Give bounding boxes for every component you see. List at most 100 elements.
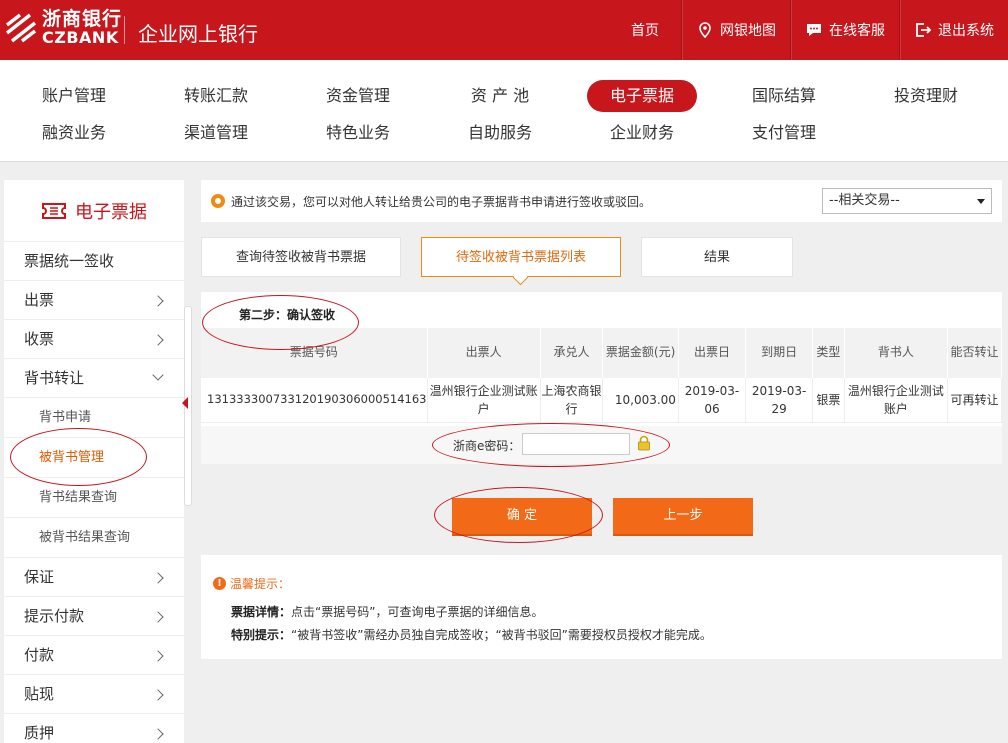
- menu-investment[interactable]: 投资理财: [871, 80, 981, 112]
- tips-title-label: 温馨提示：: [230, 577, 291, 591]
- sidebar: 电子票据 票据统一签收 出票 收票 背书转让 背书申请 被背书管理 背书结果查询…: [4, 180, 184, 743]
- chevron-right-icon: [152, 689, 164, 701]
- tab-result[interactable]: 结果: [641, 237, 793, 277]
- menu-corporate-finance[interactable]: 企业财务: [587, 117, 697, 149]
- menu-international-settlement[interactable]: 国际结算: [729, 80, 839, 112]
- chevron-right-icon: [152, 611, 164, 623]
- password-label: 浙商e密码：: [453, 439, 521, 453]
- cell-amount: 10,003.00: [602, 378, 679, 423]
- col-issue-date: 出票日: [678, 328, 747, 378]
- nav-bank-map-label: 网银地图: [720, 23, 776, 39]
- col-drawer: 出票人: [427, 328, 541, 378]
- sidebar-subitem-endorsee-management[interactable]: 被背书管理: [4, 438, 184, 478]
- e-password-input[interactable]: [522, 433, 630, 455]
- chevron-right-icon: [152, 295, 164, 307]
- menu-special-business[interactable]: 特色业务: [303, 117, 413, 149]
- cell-acceptor: 上海农商银行: [540, 378, 604, 423]
- cell-transferable: 可再转让: [947, 378, 1002, 423]
- menu-electronic-bills[interactable]: 电子票据: [587, 80, 697, 112]
- sidebar-item-label: 背书转让: [24, 369, 85, 387]
- sidebar-item-issue-bill[interactable]: 出票: [4, 281, 184, 320]
- menu-self-service[interactable]: 自助服务: [445, 117, 555, 149]
- step-title: 第二步：确认签收: [239, 308, 336, 322]
- col-transferable: 能否转让: [947, 328, 1002, 378]
- sidebar-item-label: 付款: [24, 646, 55, 664]
- cell-due-date: 2019-03-29: [745, 378, 814, 423]
- confirm-button[interactable]: 确 定: [452, 498, 592, 534]
- sidebar-item-payment-prompt[interactable]: 提示付款: [4, 597, 184, 636]
- sidebar-item-pledge[interactable]: 质押: [4, 714, 184, 743]
- col-due-date: 到期日: [745, 328, 814, 378]
- sidebar-item-label: 背书结果查询: [39, 490, 118, 505]
- tip-special-note-label: 特别提示：: [231, 628, 292, 642]
- map-pin-icon: [699, 22, 711, 39]
- sidebar-item-label: 背书申请: [39, 410, 92, 425]
- previous-step-button[interactable]: 上一步: [613, 498, 753, 534]
- related-transactions-select[interactable]: --相关交易--: [822, 188, 992, 214]
- sidebar-subitem-endorsement-apply[interactable]: 背书申请: [4, 398, 184, 438]
- sidebar-item-label: 被背书结果查询: [39, 530, 131, 545]
- related-transactions-value: --相关交易--: [829, 193, 900, 208]
- sidebar-title: 电子票据: [75, 201, 147, 223]
- sidebar-item-receive-bill[interactable]: 收票: [4, 320, 184, 359]
- chevron-right-icon: [152, 728, 164, 740]
- nav-bank-map[interactable]: 网银地图: [681, 0, 790, 60]
- nav-home-label: 首页: [631, 23, 659, 39]
- lock-icon[interactable]: [637, 435, 651, 451]
- info-text: 通过该交易，您可以对他人转让给贵公司的电子票据背书申请进行签收或驳回。: [231, 194, 652, 209]
- sidebar-item-guarantee[interactable]: 保证: [4, 558, 184, 597]
- nav-online-service[interactable]: 在线客服: [790, 0, 899, 60]
- col-bill-number: 票据号码: [201, 328, 428, 378]
- sidebar-item-endorsement[interactable]: 背书转让: [4, 359, 184, 398]
- chevron-right-icon: [152, 572, 164, 584]
- sidebar-item-label: 提示付款: [24, 607, 85, 625]
- col-amount: 票据金额(元): [602, 328, 679, 378]
- bills-table: 票据号码 出票人 承兑人 票据金额(元) 出票日 到期日 类型 背书人 能否转让…: [201, 328, 1002, 423]
- sidebar-item-label: 收票: [24, 330, 55, 348]
- tip-bill-details: 票据详情：点击“票据号码”，可查询电子票据的详细信息。: [231, 603, 543, 620]
- menu-transfer[interactable]: 转账汇款: [161, 80, 271, 112]
- sidebar-subitem-endorsee-result[interactable]: 被背书结果查询: [4, 518, 184, 558]
- main-menu: 账户管理 转账汇款 资金管理 资 产 池 电子票据 国际结算 投资理财 融资业务…: [0, 60, 1008, 162]
- confirm-panel: 第二步：确认签收 票据号码 出票人 承兑人 票据金额(元) 出票日 到期日 类型…: [201, 292, 1002, 464]
- menu-payment-management[interactable]: 支付管理: [729, 117, 839, 149]
- chat-icon: [807, 24, 821, 36]
- cell-type: 银票: [812, 378, 845, 423]
- czbank-logo-icon: [4, 11, 38, 45]
- nav-logout[interactable]: 退出系统: [899, 0, 1008, 60]
- menu-channel-management[interactable]: 渠道管理: [161, 117, 271, 149]
- sidebar-item-payment[interactable]: 付款: [4, 636, 184, 675]
- tab-query-pending[interactable]: 查询待签收被背书票据: [201, 237, 401, 277]
- tab-pending-list[interactable]: 待签收被背书票据列表: [421, 237, 621, 277]
- logout-icon: [916, 23, 932, 37]
- chevron-down-icon: [152, 369, 164, 381]
- sidebar-item-unified-receipt[interactable]: 票据统一签收: [4, 242, 184, 281]
- table-header-row: 票据号码 出票人 承兑人 票据金额(元) 出票日 到期日 类型 背书人 能否转让: [201, 328, 1002, 378]
- app-title: 企业网上银行: [138, 22, 258, 46]
- tip-special-note: 特别提示：“被背书签收”需经办员独自完成签收；“被背书驳回”需要授权员授权才能完…: [231, 626, 712, 643]
- sidebar-item-label: 出票: [24, 291, 55, 309]
- nav-home[interactable]: 首页: [609, 0, 681, 60]
- nav-logout-label: 退出系统: [938, 23, 994, 39]
- menu-fund-management[interactable]: 资金管理: [303, 80, 413, 112]
- warning-icon: !: [213, 577, 226, 590]
- czbank-logo[interactable]: 浙商银行 CZBANK: [4, 9, 122, 47]
- col-endorser: 背书人: [844, 328, 949, 378]
- sidebar-item-label: 质押: [24, 724, 55, 742]
- cell-bill-number[interactable]: 131333300733120190306000514163: [201, 378, 428, 423]
- sidebar-item-discount[interactable]: 贴现: [4, 675, 184, 714]
- menu-financing[interactable]: 融资业务: [19, 117, 129, 149]
- tip-special-note-text: “被背书签收”需经办员独自完成签收；“被背书驳回”需要授权员授权才能完成。: [291, 628, 712, 642]
- table-row: 131333300733120190306000514163 温州银行企业测试账…: [201, 378, 1002, 423]
- sidebar-subitem-endorsement-result[interactable]: 背书结果查询: [4, 478, 184, 518]
- menu-account-management[interactable]: 账户管理: [19, 80, 129, 112]
- sidebar-active-indicator: [182, 397, 188, 409]
- tips-panel: ! 温馨提示： 票据详情：点击“票据号码”，可查询电子票据的详细信息。 特别提示…: [201, 555, 1002, 659]
- tips-title: ! 温馨提示：: [213, 575, 290, 592]
- chevron-right-icon: [152, 334, 164, 346]
- sidebar-header: 电子票据: [4, 180, 184, 242]
- menu-asset-pool[interactable]: 资 产 池: [445, 80, 555, 112]
- cell-endorser: 温州银行企业测试账户: [844, 378, 949, 423]
- sidebar-item-label: 被背书管理: [39, 450, 105, 465]
- sidebar-item-label: 贴现: [24, 685, 55, 703]
